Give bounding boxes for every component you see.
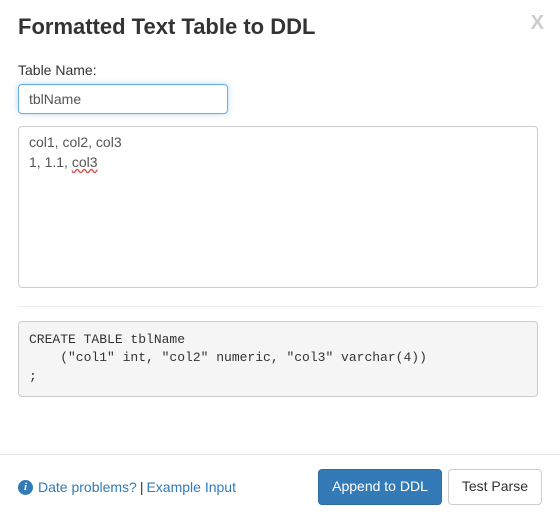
close-icon[interactable]: X [531,12,544,35]
date-problems-link[interactable]: Date problems? [38,479,137,495]
modal-body: Table Name: col1, col2, col31, 1.1, col3 [0,48,560,454]
info-icon: i [18,480,33,495]
modal-title: Formatted Text Table to DDL [18,14,542,40]
table-name-label: Table Name: [18,62,542,78]
divider [18,306,542,307]
data-text-input[interactable]: col1, col2, col31, 1.1, col3 [18,126,538,288]
modal-dialog: Formatted Text Table to DDL X Table Name… [0,0,560,519]
table-name-input[interactable] [18,84,228,114]
example-input-link[interactable]: Example Input [146,479,236,495]
test-parse-button[interactable]: Test Parse [448,469,542,505]
separator: | [137,479,147,495]
modal-footer: i Date problems? | Example Input Append … [0,454,560,519]
ddl-output[interactable] [18,321,538,397]
append-to-ddl-button[interactable]: Append to DDL [318,469,442,505]
modal-header: Formatted Text Table to DDL X [0,0,560,48]
